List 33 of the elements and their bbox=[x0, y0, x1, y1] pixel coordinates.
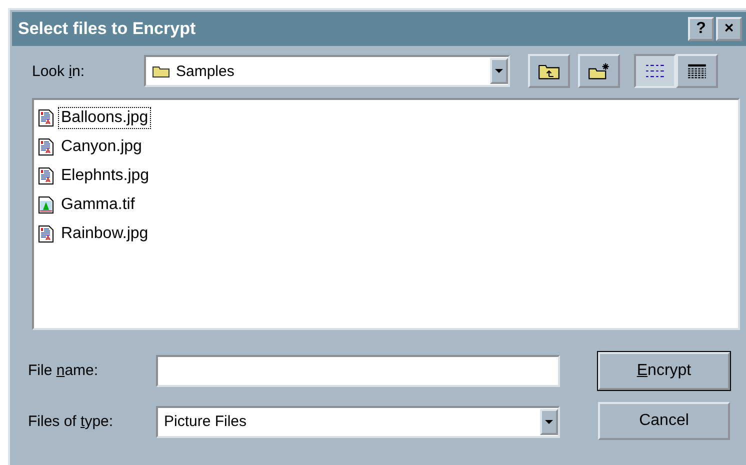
file-name[interactable]: Elephnts.jpg bbox=[58, 165, 152, 187]
file-list[interactable]: Balloons.jpg Canyon.jpg Elephnts.jpg Gamma.tif Rainbow.jpg bbox=[32, 98, 740, 330]
details-view-button[interactable] bbox=[676, 54, 718, 88]
up-folder-button[interactable] bbox=[528, 54, 570, 88]
folder-icon bbox=[152, 64, 170, 78]
title-bar-button[interactable]: × bbox=[716, 17, 742, 41]
window-title: Select files to Encrypt bbox=[18, 19, 197, 39]
file-name[interactable]: Rainbow.jpg bbox=[58, 223, 152, 245]
file-name[interactable]: Balloons.jpg bbox=[58, 107, 152, 129]
file-name-field[interactable] bbox=[156, 354, 560, 386]
folder-up-icon bbox=[538, 62, 560, 80]
document-file-icon bbox=[38, 225, 54, 243]
file-type-value: Picture Files bbox=[164, 413, 248, 430]
file-name[interactable]: Gamma.tif bbox=[58, 194, 138, 216]
look-in-label: Look in: bbox=[32, 62, 86, 80]
list-view-button[interactable] bbox=[634, 54, 676, 88]
new-folder-icon bbox=[588, 62, 610, 80]
look-in-dropdown[interactable]: Samples bbox=[144, 55, 510, 87]
list-view-icon bbox=[645, 63, 665, 79]
document-file-icon bbox=[38, 109, 54, 127]
encrypt-button[interactable]: Encrypt bbox=[598, 352, 730, 390]
file-name[interactable]: Canyon.jpg bbox=[58, 136, 145, 158]
title-bar-button[interactable]: ? bbox=[688, 17, 714, 41]
file-type-dropdown[interactable]: Picture Files bbox=[156, 406, 560, 438]
new-folder-button[interactable] bbox=[578, 54, 620, 88]
file-type-label: Files of type: bbox=[28, 413, 114, 430]
look-in-value: Samples bbox=[176, 62, 236, 80]
details-view-icon bbox=[687, 63, 707, 79]
document-file-icon bbox=[38, 138, 54, 156]
document-file-icon bbox=[38, 167, 54, 185]
image-file-icon bbox=[38, 196, 54, 214]
cancel-button[interactable]: Cancel bbox=[598, 402, 730, 440]
file-name-label: File name: bbox=[28, 362, 100, 379]
